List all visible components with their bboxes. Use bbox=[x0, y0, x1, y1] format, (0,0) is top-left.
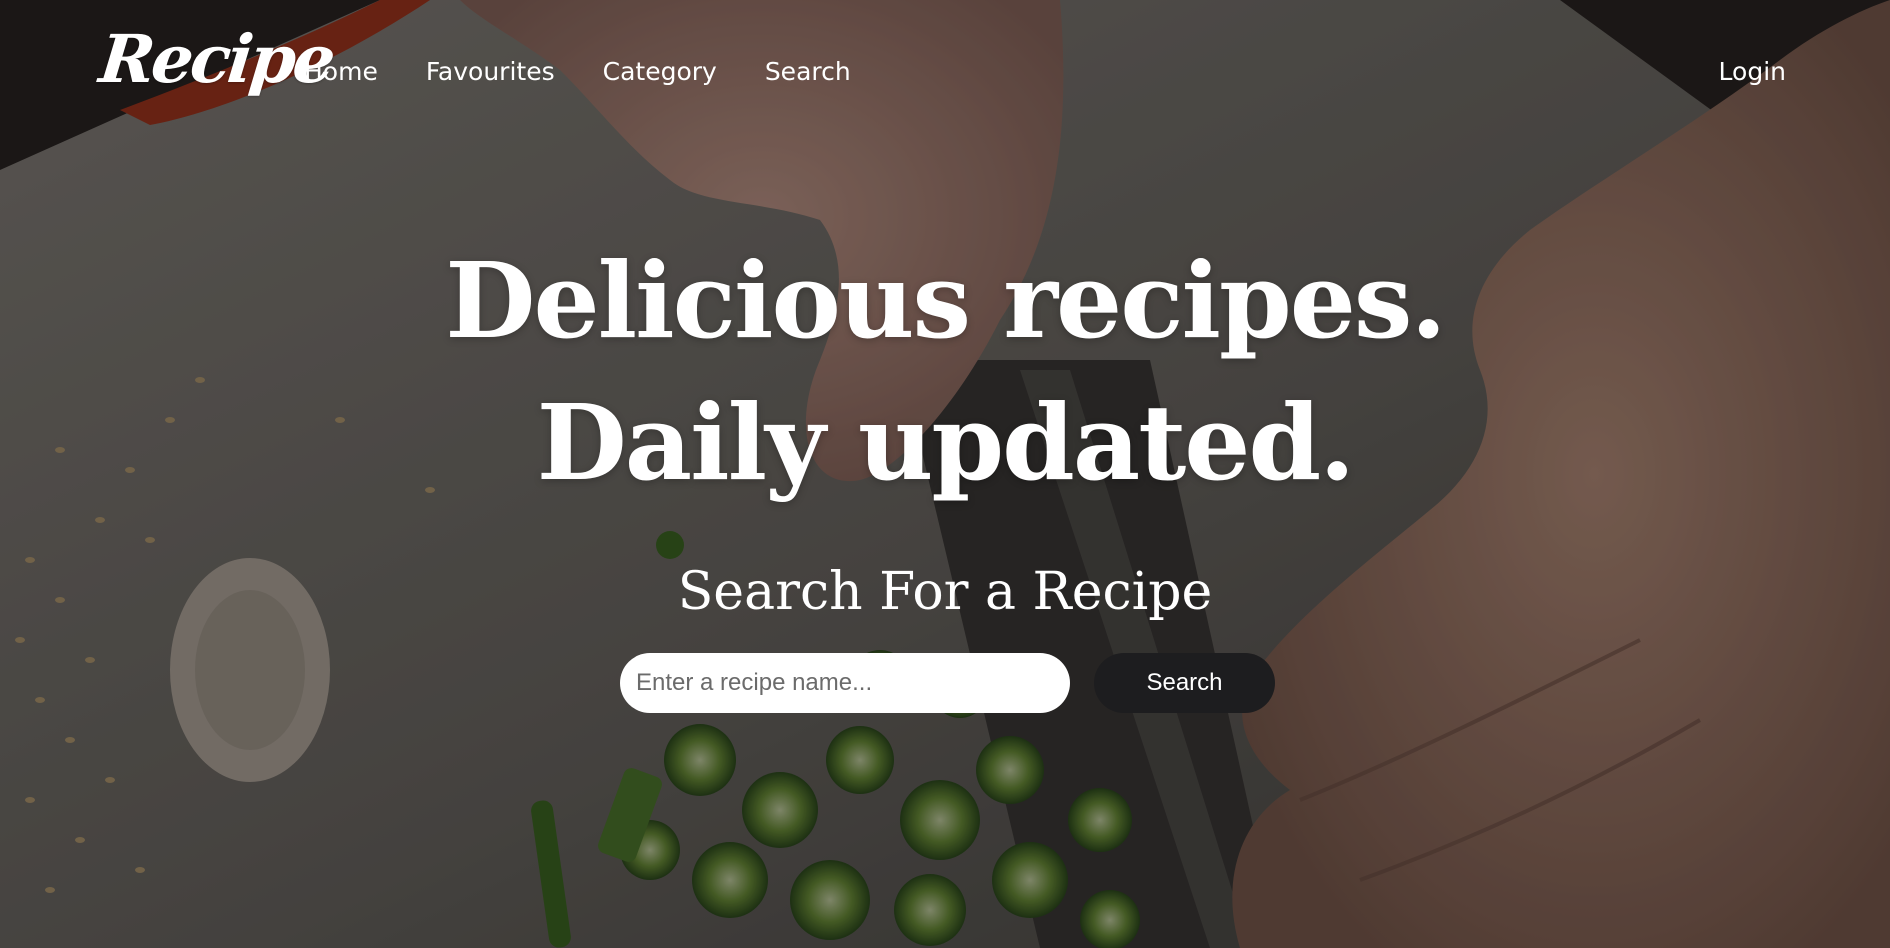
search-form: Search bbox=[620, 653, 1275, 713]
headline-line-2: Daily updated. bbox=[536, 381, 1356, 504]
search-title: Search For a Recipe bbox=[677, 562, 1213, 622]
nav-item-search[interactable]: Search bbox=[765, 57, 851, 87]
search-button[interactable]: Search bbox=[1094, 653, 1275, 713]
nav-item-category[interactable]: Category bbox=[603, 57, 717, 87]
brand-logo[interactable]: Recipe bbox=[96, 20, 336, 98]
page: Recipe Home Favourites Category Search L… bbox=[0, 0, 1890, 948]
nav-links: Home Favourites Category Search bbox=[304, 57, 899, 87]
nav-item-favourites[interactable]: Favourites bbox=[426, 57, 555, 87]
nav-item-home[interactable]: Home bbox=[304, 57, 378, 87]
top-navbar: Recipe Home Favourites Category Search L… bbox=[0, 0, 1890, 150]
headline-line-1: Delicious recipes. bbox=[445, 239, 1446, 362]
login-link[interactable]: Login bbox=[1719, 57, 1786, 87]
search-input[interactable] bbox=[620, 653, 1070, 713]
hero-headline: Delicious recipes. Daily updated. bbox=[0, 230, 1890, 514]
